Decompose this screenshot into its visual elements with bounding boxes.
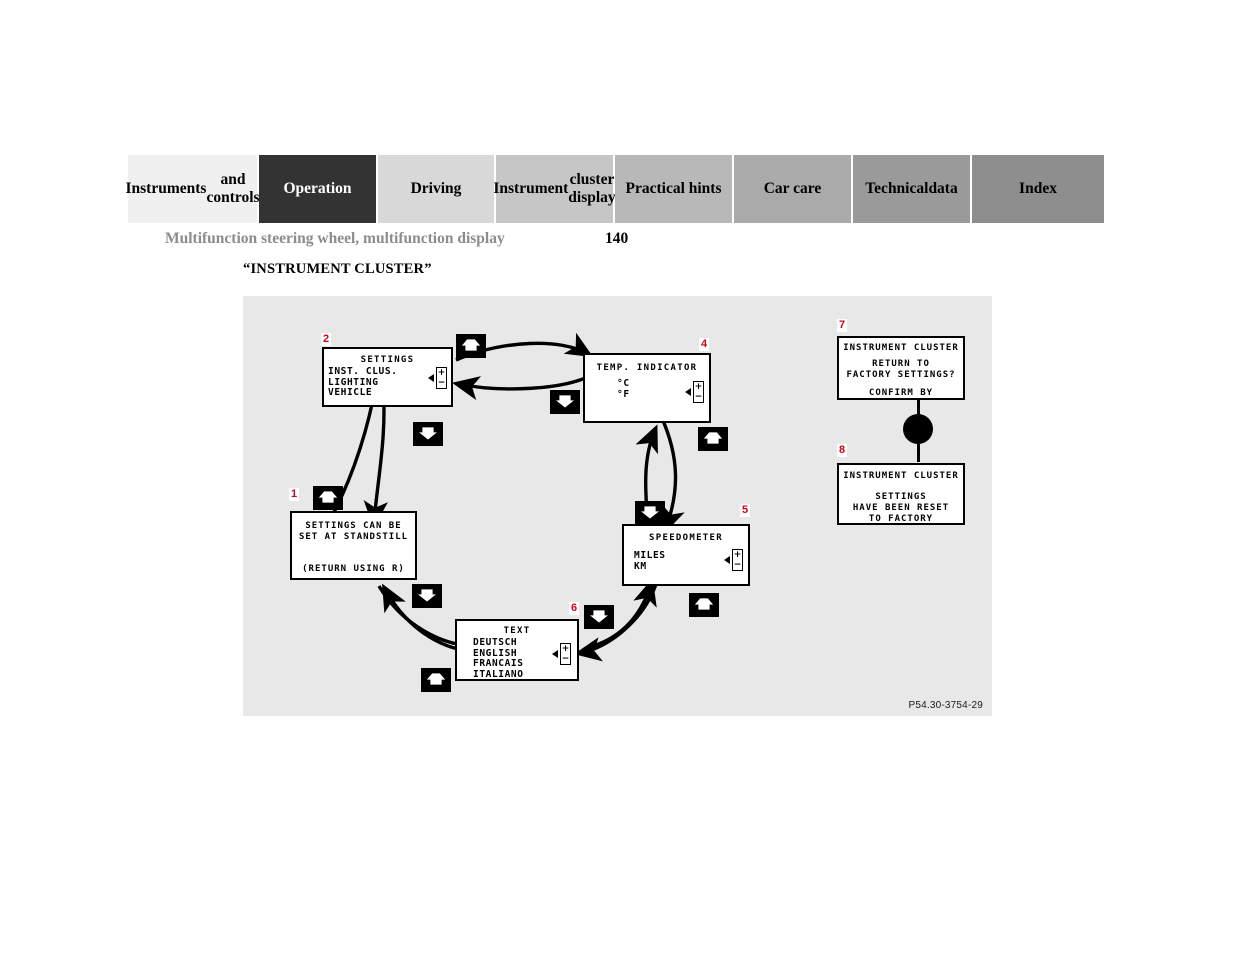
lcd-text-language-line-5[interactable]: ESPANOL bbox=[473, 680, 577, 681]
down-arrow-icon bbox=[553, 394, 577, 409]
tab-instruments-and-controls-line-1: Instruments bbox=[125, 180, 207, 198]
lcd-text-language-title: TEXT bbox=[503, 626, 531, 636]
figure-code: P54.30-3754-29 bbox=[908, 700, 983, 711]
button-down-lower-left[interactable] bbox=[412, 584, 442, 608]
lcd-settings-standstill: SETTINGS CAN BE SET AT STANDSTILL (RETUR… bbox=[290, 511, 417, 580]
minus-glyph: − bbox=[733, 559, 742, 570]
down-arrow-icon bbox=[587, 609, 611, 624]
lcd-factory-reset-done-line-2: HAVE BEEN RESET bbox=[852, 503, 950, 513]
tab-technical-data-line-2: data bbox=[928, 180, 958, 198]
tab-driving-line-1: Driving bbox=[410, 180, 462, 198]
tab-practical-hints-line-1: Practical hints bbox=[625, 180, 722, 198]
plus-glyph: + bbox=[733, 549, 742, 560]
left-triangle-icon bbox=[552, 650, 558, 658]
tab-operation[interactable]: Operation bbox=[259, 155, 378, 223]
minus-glyph: − bbox=[437, 377, 446, 388]
lcd-factory-reset-done-line-1: SETTINGS bbox=[875, 492, 927, 502]
plus-glyph: + bbox=[437, 367, 446, 378]
button-down-bottom-right[interactable] bbox=[584, 605, 614, 629]
up-arrow-icon bbox=[425, 672, 447, 686]
tab-car-care-line-1: Car care bbox=[763, 180, 822, 198]
tab-technical-data-line-1: Technical bbox=[865, 180, 929, 198]
plus-minus-icon[interactable]: + − bbox=[560, 643, 571, 665]
lcd-factory-reset-confirm-line-4: CONFIRM BY bbox=[868, 388, 934, 398]
lcd-settings-standstill-line-2: SET AT STANDSTILL bbox=[298, 532, 409, 542]
lcd-factory-reset-confirm-line-5: PRESSING R bbox=[839, 399, 963, 400]
lcd-text-language: TEXT DEUTSCH ENGLISH FRANCAIS ITALIANO E… bbox=[455, 619, 579, 681]
button-down-upper-right[interactable] bbox=[550, 390, 580, 414]
tab-instrument-cluster-display-line-1: Instrument bbox=[493, 180, 569, 198]
down-arrow-icon bbox=[415, 588, 439, 603]
up-arrow-icon bbox=[693, 597, 715, 611]
tab-practical-hints[interactable]: Practical hints bbox=[615, 155, 734, 223]
section-tab-bar: Instruments and controls Operation Driving I… bbox=[125, 155, 1108, 223]
tab-driving[interactable]: Driving bbox=[378, 155, 496, 223]
lcd-factory-reset-confirm-line-2: FACTORY SETTINGS? bbox=[846, 370, 956, 380]
down-arrow-icon bbox=[638, 505, 662, 520]
tab-instruments-and-controls-line-2: and controls bbox=[206, 171, 260, 206]
tab-technical-data[interactable]: Technical data bbox=[853, 155, 972, 223]
up-arrow-icon bbox=[702, 431, 724, 445]
up-arrow-icon bbox=[317, 490, 339, 504]
lcd-factory-reset-confirm: INSTRUMENT CLUSTER RETURN TO FACTORY SET… bbox=[837, 336, 965, 400]
lcd-settings-menu: SETTINGS INST. CLUS. LIGHTING VEHICLE + … bbox=[322, 347, 453, 407]
step-number-2: 2 bbox=[321, 333, 332, 346]
lcd-settings-menu-line-3[interactable]: VEHICLE bbox=[328, 387, 451, 399]
left-triangle-icon bbox=[428, 374, 434, 382]
lcd-speedometer-selector[interactable]: + − bbox=[724, 549, 743, 571]
step-number-4: 4 bbox=[699, 338, 710, 351]
lcd-temp-indicator-selector[interactable]: + − bbox=[685, 381, 704, 403]
plus-minus-icon[interactable]: + − bbox=[436, 367, 447, 389]
step-number-8: 8 bbox=[837, 444, 848, 457]
lcd-settings-menu-title: SETTINGS bbox=[360, 355, 415, 365]
button-up-top[interactable] bbox=[456, 334, 486, 358]
lcd-temp-indicator: TEMP. INDICATOR °C °F + − bbox=[583, 353, 711, 423]
figure-instrument-cluster-menu-flow: 2 SETTINGS INST. CLUS. LIGHTING VEHICLE … bbox=[243, 296, 992, 716]
step-number-5: 5 bbox=[740, 504, 751, 517]
button-up-right[interactable] bbox=[698, 427, 728, 451]
minus-glyph: − bbox=[561, 653, 570, 664]
plus-minus-icon[interactable]: + − bbox=[732, 549, 743, 571]
tab-car-care[interactable]: Car care bbox=[734, 155, 853, 223]
button-up-bottom[interactable] bbox=[421, 668, 451, 692]
up-arrow-icon bbox=[460, 338, 482, 352]
step-number-7: 7 bbox=[837, 319, 848, 332]
tab-index[interactable]: Index bbox=[972, 155, 1104, 223]
connector-dot bbox=[903, 414, 933, 444]
lcd-factory-reset-confirm-title: INSTRUMENT CLUSTER bbox=[843, 343, 959, 353]
page-title: “INSTRUMENT CLUSTER” bbox=[243, 261, 432, 277]
lcd-settings-menu-selector[interactable]: + − bbox=[428, 367, 447, 389]
down-arrow-icon bbox=[416, 426, 440, 441]
button-up-left[interactable] bbox=[313, 486, 343, 510]
minus-glyph: − bbox=[694, 391, 703, 402]
tab-instrument-cluster-display[interactable]: Instrument cluster display bbox=[493, 155, 616, 223]
tab-instrument-cluster-display-line-2: cluster display bbox=[568, 171, 616, 206]
lcd-settings-standstill-line-1: SETTINGS CAN BE bbox=[305, 521, 402, 531]
running-head: Multifunction steering wheel, multifunct… bbox=[165, 230, 505, 247]
tab-operation-line-1: Operation bbox=[283, 180, 352, 198]
lcd-factory-reset-confirm-line-1: RETURN TO bbox=[872, 359, 930, 369]
lcd-speedometer-title: SPEEDOMETER bbox=[649, 533, 723, 543]
lcd-factory-reset-done-title: INSTRUMENT CLUSTER bbox=[843, 471, 959, 481]
lcd-text-language-selector[interactable]: + − bbox=[552, 643, 571, 665]
lcd-factory-reset-done: INSTRUMENT CLUSTER SETTINGS HAVE BEEN RE… bbox=[837, 463, 965, 525]
left-triangle-icon bbox=[685, 388, 691, 396]
lcd-settings-standstill-footer: (RETURN USING R) bbox=[302, 564, 405, 574]
plus-glyph: + bbox=[694, 381, 703, 392]
step-number-1: 1 bbox=[289, 488, 300, 501]
lcd-temp-indicator-title: TEMP. INDICATOR bbox=[596, 363, 698, 373]
step-number-6: 6 bbox=[569, 602, 580, 615]
left-triangle-icon bbox=[724, 556, 730, 564]
plus-minus-icon[interactable]: + − bbox=[693, 381, 704, 403]
page-header: Multifunction steering wheel, multifunct… bbox=[165, 230, 985, 252]
tab-instruments-and-controls[interactable]: Instruments and controls bbox=[125, 155, 260, 223]
button-down-left[interactable] bbox=[413, 422, 443, 446]
plus-glyph: + bbox=[561, 643, 570, 654]
tab-index-line-1: Index bbox=[1019, 180, 1057, 198]
button-up-bottom-right[interactable] bbox=[689, 593, 719, 617]
lcd-speedometer: SPEEDOMETER MILES KM + − bbox=[622, 524, 750, 586]
lcd-factory-reset-done-line-3: TO FACTORY bbox=[868, 514, 934, 524]
button-down-mid-right[interactable] bbox=[635, 501, 665, 525]
page-number: 140 bbox=[605, 230, 629, 247]
